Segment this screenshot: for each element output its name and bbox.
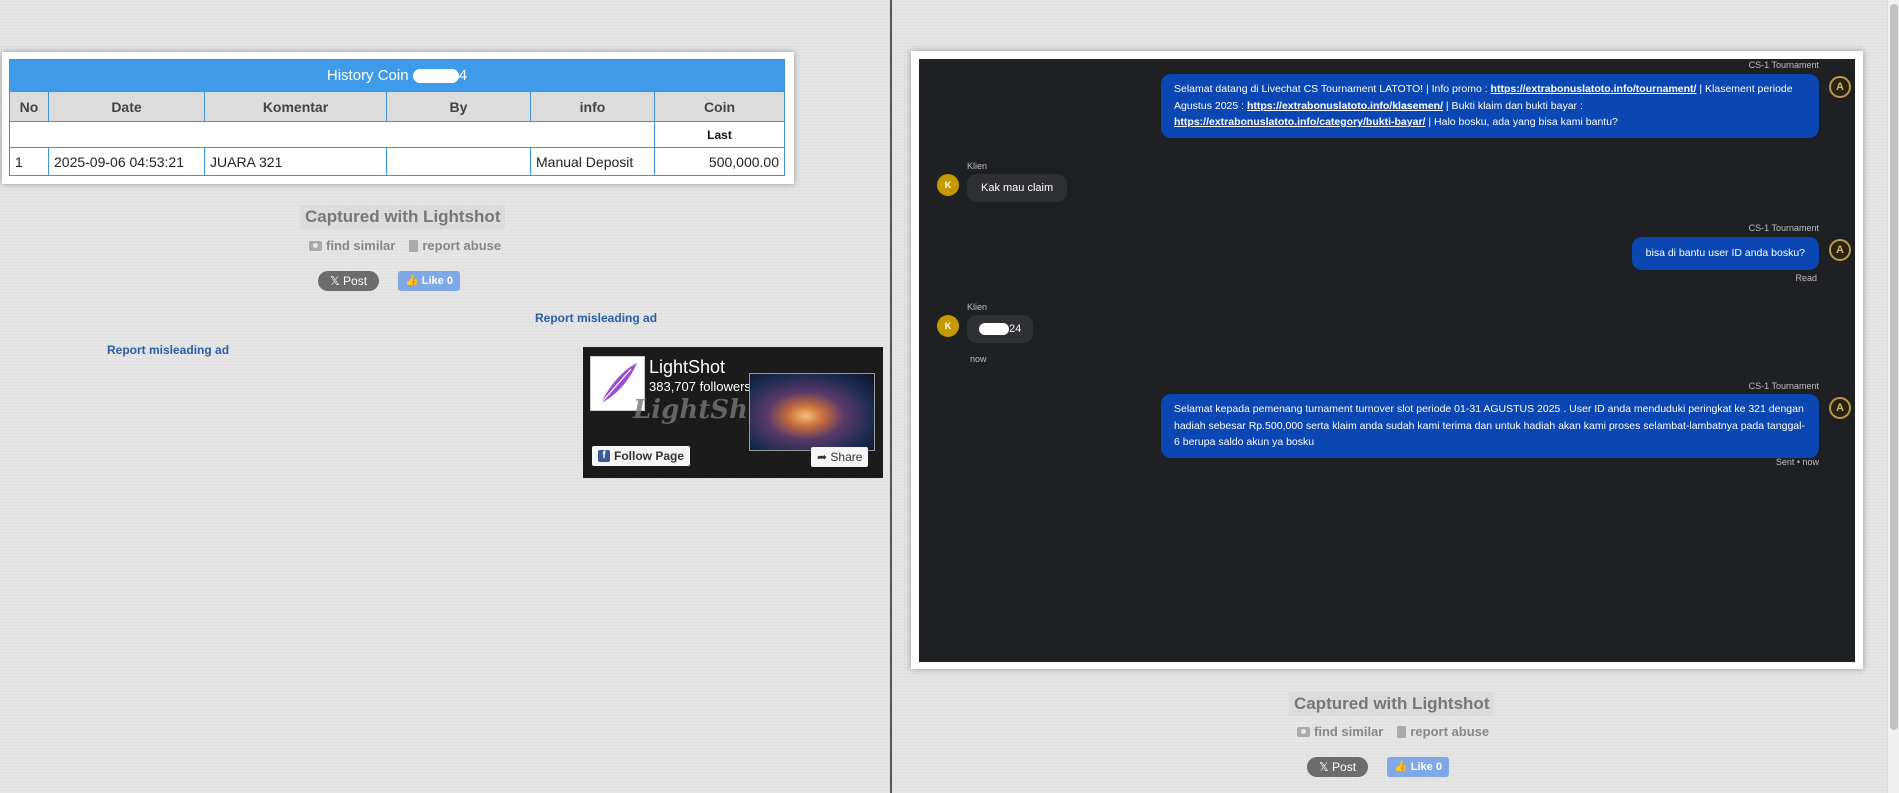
header-coin: Coin xyxy=(654,91,785,122)
facebook-like-button[interactable]: 👍 Like 0 xyxy=(398,271,460,291)
header-by: By xyxy=(386,91,531,122)
x-post-button[interactable]: 𝕏 Post xyxy=(1307,757,1369,777)
redacted-user-id xyxy=(979,323,1009,336)
read-status: Read xyxy=(1795,273,1817,283)
galaxy-preview-image xyxy=(749,373,875,451)
agent-winner-message: Selamat kepada pemenang turnament turnov… xyxy=(1161,394,1819,458)
share-icon: ➦ xyxy=(817,450,831,464)
facebook-icon: f xyxy=(598,450,610,462)
agent-avatar: A xyxy=(1829,239,1851,261)
sub-header-last: Last xyxy=(654,121,785,148)
agent-label: CS-1 Tournament xyxy=(1748,381,1819,391)
client-label: Klien xyxy=(967,161,988,171)
captured-with-lightshot-label: Captured with Lightshot xyxy=(300,205,506,229)
header-info: info xyxy=(530,91,655,122)
redacted-username xyxy=(412,69,459,84)
report-misleading-ad-link[interactable]: Report misleading ad xyxy=(107,343,229,357)
facebook-like-button[interactable]: 👍 Like 0 xyxy=(1387,757,1449,777)
scrollbar-thumb[interactable] xyxy=(1890,4,1898,730)
left-pane: History Coin 4 No Date Komentar By info … xyxy=(0,0,890,793)
cell-by xyxy=(386,147,531,176)
cell-info: Manual Deposit xyxy=(530,147,655,176)
header-no: No xyxy=(9,91,49,122)
report-icon xyxy=(409,239,419,252)
cell-no: 1 xyxy=(9,147,49,176)
bukti-bayar-link[interactable]: https://extrabonuslatoto.info/category/b… xyxy=(1174,116,1425,128)
facebook-page-widget: LightShot 383,707 followers LightShot f … xyxy=(583,347,883,478)
message-time: now xyxy=(970,354,987,364)
client-label: Klien xyxy=(967,302,988,312)
cell-komentar: JUARA 321 xyxy=(204,147,387,176)
agent-message: bisa di bantu user ID anda bosku? xyxy=(1631,237,1819,270)
agent-avatar: A xyxy=(1829,76,1851,98)
agent-label: CS-1 Tournament xyxy=(1748,60,1819,70)
klasemen-link[interactable]: https://extrabonuslatoto.info/klasemen/ xyxy=(1247,100,1443,112)
report-misleading-ad-link[interactable]: Report misleading ad xyxy=(535,311,657,325)
screenshot-actions: find similar report abuse xyxy=(309,238,501,253)
follow-page-button[interactable]: f Follow Page xyxy=(592,446,691,466)
agent-label: CS-1 Tournament xyxy=(1748,223,1819,233)
table-title: History Coin 4 xyxy=(9,59,785,92)
sent-status: Sent • now xyxy=(1775,457,1819,467)
screenshot-card-left: History Coin 4 No Date Komentar By info … xyxy=(2,52,794,184)
captured-with-lightshot-label: Captured with Lightshot xyxy=(1289,692,1495,716)
x-icon: 𝕏 xyxy=(1319,760,1333,774)
report-abuse-link[interactable]: report abuse xyxy=(409,238,501,253)
cell-coin: 500,000.00 xyxy=(654,147,785,176)
find-similar-link[interactable]: find similar xyxy=(1297,724,1383,739)
client-message: Kak mau claim xyxy=(967,174,1068,202)
report-abuse-link[interactable]: report abuse xyxy=(1397,724,1489,739)
fb-followers-count: 383,707 followers xyxy=(649,379,751,394)
history-coin-table: History Coin 4 No Date Komentar By info … xyxy=(9,59,785,176)
report-icon xyxy=(1397,725,1407,738)
table-sub-row: Last xyxy=(9,121,785,148)
screenshot-card-right: CS-1 Tournament Selamat datang di Livech… xyxy=(911,51,1863,669)
table-header-row: No Date Komentar By info Coin xyxy=(9,91,785,122)
table-row: 1 2025-09-06 04:53:21 JUARA 321 Manual D… xyxy=(9,147,785,176)
screenshot-actions: find similar report abuse xyxy=(1297,724,1489,739)
cell-date: 2025-09-06 04:53:21 xyxy=(48,147,205,176)
header-komentar: Komentar xyxy=(204,91,387,122)
livechat-window: CS-1 Tournament Selamat datang di Livech… xyxy=(919,59,1855,662)
agent-welcome-message: Selamat datang di Livechat CS Tournament… xyxy=(1161,74,1819,138)
client-avatar: K xyxy=(937,174,959,196)
header-date: Date xyxy=(48,91,205,122)
client-avatar: K xyxy=(937,315,959,337)
camera-icon xyxy=(309,240,322,251)
x-icon: 𝕏 xyxy=(330,274,344,288)
thumbs-up-icon: 👍 xyxy=(405,275,422,287)
share-button[interactable]: ➦ Share xyxy=(811,447,869,467)
x-post-button[interactable]: 𝕏 Post xyxy=(318,271,380,291)
agent-avatar: A xyxy=(1829,397,1851,419)
camera-icon xyxy=(1297,726,1310,737)
fb-page-name[interactable]: LightShot xyxy=(649,357,725,378)
tournament-link[interactable]: https://extrabonuslatoto.info/tournament… xyxy=(1491,83,1697,95)
find-similar-link[interactable]: find similar xyxy=(309,238,395,253)
page-scrollbar[interactable] xyxy=(1887,0,1899,793)
thumbs-up-icon: 👍 xyxy=(1394,761,1411,773)
client-message: 24 xyxy=(967,315,1034,344)
